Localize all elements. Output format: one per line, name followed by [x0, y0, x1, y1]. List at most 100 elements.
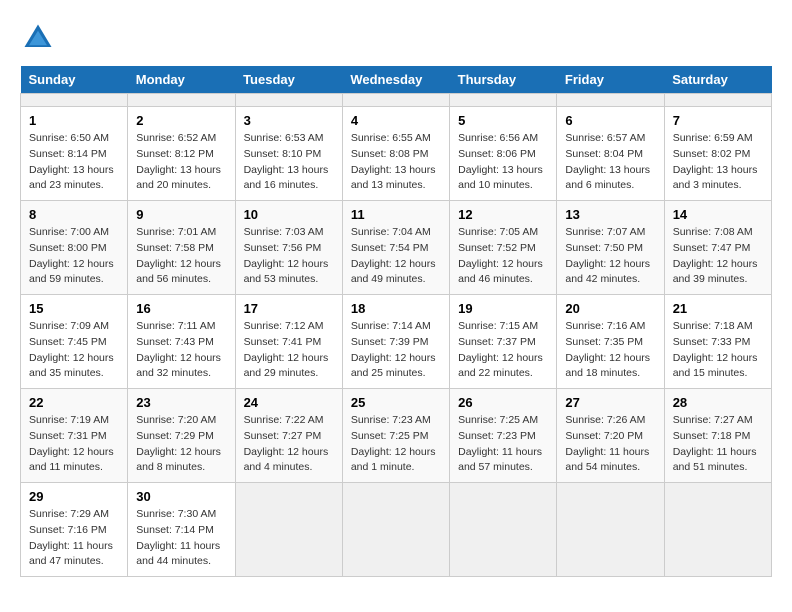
calendar-week-4: 15 Sunrise: 7:09 AMSunset: 7:45 PMDayligh… [21, 295, 772, 389]
day-info: Sunrise: 7:04 AMSunset: 7:54 PMDaylight:… [351, 225, 441, 288]
calendar-cell [128, 94, 235, 107]
day-number: 17 [244, 301, 334, 316]
day-number: 11 [351, 207, 441, 222]
calendar-cell: 6 Sunrise: 6:57 AMSunset: 8:04 PMDaylight… [557, 107, 664, 201]
day-info: Sunrise: 6:56 AMSunset: 8:06 PMDaylight:… [458, 131, 548, 194]
calendar-cell: 21 Sunrise: 7:18 AMSunset: 7:33 PMDayligh… [664, 295, 771, 389]
day-info: Sunrise: 7:16 AMSunset: 7:35 PMDaylight:… [565, 319, 655, 382]
calendar-cell: 10Sunrise: 7:03 AMSunset: 7:56 PMDayligh… [235, 201, 342, 295]
day-info: Sunrise: 6:55 AMSunset: 8:08 PMDaylight:… [351, 131, 441, 194]
column-header-saturday: Saturday [664, 66, 771, 94]
column-header-friday: Friday [557, 66, 664, 94]
calendar-cell [450, 483, 557, 577]
day-info: Sunrise: 7:27 AMSunset: 7:18 PMDaylight:… [673, 413, 763, 476]
logo [20, 20, 62, 56]
calendar-cell: 25 Sunrise: 7:23 AMSunset: 7:25 PMDayligh… [342, 389, 449, 483]
day-info: Sunrise: 7:26 AMSunset: 7:20 PMDaylight:… [565, 413, 655, 476]
calendar-cell [664, 483, 771, 577]
day-info: Sunrise: 7:18 AMSunset: 7:33 PMDaylight:… [673, 319, 763, 382]
day-info: Sunrise: 6:52 AMSunset: 8:12 PMDaylight:… [136, 131, 226, 194]
calendar-cell: 29Sunrise: 7:29 AMSunset: 7:16 PMDayligh… [21, 483, 128, 577]
day-info: Sunrise: 7:09 AMSunset: 7:45 PMDaylight:… [29, 319, 119, 382]
calendar-cell: 19Sunrise: 7:15 AMSunset: 7:37 PMDayligh… [450, 295, 557, 389]
calendar-cell [342, 483, 449, 577]
calendar-table: SundayMondayTuesdayWednesdayThursdayFrid… [20, 66, 772, 577]
calendar-cell: 14 Sunrise: 7:08 AMSunset: 7:47 PMDayligh… [664, 201, 771, 295]
calendar-cell: 12Sunrise: 7:05 AMSunset: 7:52 PMDayligh… [450, 201, 557, 295]
calendar-cell: 24 Sunrise: 7:22 AMSunset: 7:27 PMDayligh… [235, 389, 342, 483]
calendar-cell [21, 94, 128, 107]
day-number: 4 [351, 113, 441, 128]
calendar-cell: 3Sunrise: 6:53 AMSunset: 8:10 PMDaylight… [235, 107, 342, 201]
column-header-wednesday: Wednesday [342, 66, 449, 94]
calendar-cell: 15 Sunrise: 7:09 AMSunset: 7:45 PMDayligh… [21, 295, 128, 389]
calendar-cell: 2 Sunrise: 6:52 AMSunset: 8:12 PMDaylight… [128, 107, 235, 201]
day-number: 1 [29, 113, 119, 128]
calendar-cell: 11 Sunrise: 7:04 AMSunset: 7:54 PMDayligh… [342, 201, 449, 295]
day-info: Sunrise: 7:08 AMSunset: 7:47 PMDaylight:… [673, 225, 763, 288]
column-header-monday: Monday [128, 66, 235, 94]
day-number: 13 [565, 207, 655, 222]
day-number: 5 [458, 113, 548, 128]
calendar-cell: 17Sunrise: 7:12 AMSunset: 7:41 PMDayligh… [235, 295, 342, 389]
day-info: Sunrise: 7:07 AMSunset: 7:50 PMDaylight:… [565, 225, 655, 288]
day-number: 10 [244, 207, 334, 222]
day-number: 8 [29, 207, 119, 222]
calendar-cell [557, 94, 664, 107]
calendar-cell: 4 Sunrise: 6:55 AMSunset: 8:08 PMDaylight… [342, 107, 449, 201]
calendar-cell [664, 94, 771, 107]
calendar-cell: 23 Sunrise: 7:20 AMSunset: 7:29 PMDayligh… [128, 389, 235, 483]
day-number: 18 [351, 301, 441, 316]
day-info: Sunrise: 7:25 AMSunset: 7:23 PMDaylight:… [458, 413, 548, 476]
day-info: Sunrise: 7:14 AMSunset: 7:39 PMDaylight:… [351, 319, 441, 382]
calendar-week-2: 1 Sunrise: 6:50 AMSunset: 8:14 PMDaylight… [21, 107, 772, 201]
day-number: 14 [673, 207, 763, 222]
day-number: 27 [565, 395, 655, 410]
column-header-thursday: Thursday [450, 66, 557, 94]
calendar-cell: 13 Sunrise: 7:07 AMSunset: 7:50 PMDayligh… [557, 201, 664, 295]
day-info: Sunrise: 7:23 AMSunset: 7:25 PMDaylight:… [351, 413, 441, 476]
day-info: Sunrise: 6:59 AMSunset: 8:02 PMDaylight:… [673, 131, 763, 194]
day-info: Sunrise: 7:30 AMSunset: 7:14 PMDaylight:… [136, 507, 226, 570]
day-info: Sunrise: 7:22 AMSunset: 7:27 PMDaylight:… [244, 413, 334, 476]
day-number: 3 [244, 113, 334, 128]
day-number: 24 [244, 395, 334, 410]
day-number: 2 [136, 113, 226, 128]
calendar-cell: 22Sunrise: 7:19 AMSunset: 7:31 PMDayligh… [21, 389, 128, 483]
day-number: 7 [673, 113, 763, 128]
day-number: 12 [458, 207, 548, 222]
column-header-sunday: Sunday [21, 66, 128, 94]
day-number: 9 [136, 207, 226, 222]
day-number: 23 [136, 395, 226, 410]
day-info: Sunrise: 7:01 AMSunset: 7:58 PMDaylight:… [136, 225, 226, 288]
logo-icon [20, 20, 56, 56]
column-header-tuesday: Tuesday [235, 66, 342, 94]
day-number: 19 [458, 301, 548, 316]
header-row: SundayMondayTuesdayWednesdayThursdayFrid… [21, 66, 772, 94]
calendar-cell: 18 Sunrise: 7:14 AMSunset: 7:39 PMDayligh… [342, 295, 449, 389]
calendar-cell: 28 Sunrise: 7:27 AMSunset: 7:18 PMDayligh… [664, 389, 771, 483]
day-info: Sunrise: 7:19 AMSunset: 7:31 PMDaylight:… [29, 413, 119, 476]
day-info: Sunrise: 7:20 AMSunset: 7:29 PMDaylight:… [136, 413, 226, 476]
calendar-cell: 8 Sunrise: 7:00 AMSunset: 8:00 PMDaylight… [21, 201, 128, 295]
day-info: Sunrise: 6:50 AMSunset: 8:14 PMDaylight:… [29, 131, 119, 194]
calendar-week-6: 29Sunrise: 7:29 AMSunset: 7:16 PMDayligh… [21, 483, 772, 577]
day-number: 21 [673, 301, 763, 316]
calendar-cell: 7 Sunrise: 6:59 AMSunset: 8:02 PMDaylight… [664, 107, 771, 201]
calendar-cell [342, 94, 449, 107]
day-number: 29 [29, 489, 119, 504]
day-number: 26 [458, 395, 548, 410]
day-number: 15 [29, 301, 119, 316]
page-header [20, 20, 772, 56]
calendar-cell: 5 Sunrise: 6:56 AMSunset: 8:06 PMDaylight… [450, 107, 557, 201]
calendar-cell [450, 94, 557, 107]
day-info: Sunrise: 6:57 AMSunset: 8:04 PMDaylight:… [565, 131, 655, 194]
day-number: 20 [565, 301, 655, 316]
day-info: Sunrise: 7:00 AMSunset: 8:00 PMDaylight:… [29, 225, 119, 288]
calendar-cell: 27 Sunrise: 7:26 AMSunset: 7:20 PMDayligh… [557, 389, 664, 483]
day-number: 6 [565, 113, 655, 128]
day-info: Sunrise: 7:11 AMSunset: 7:43 PMDaylight:… [136, 319, 226, 382]
calendar-cell: 30Sunrise: 7:30 AMSunset: 7:14 PMDayligh… [128, 483, 235, 577]
day-number: 28 [673, 395, 763, 410]
day-number: 25 [351, 395, 441, 410]
